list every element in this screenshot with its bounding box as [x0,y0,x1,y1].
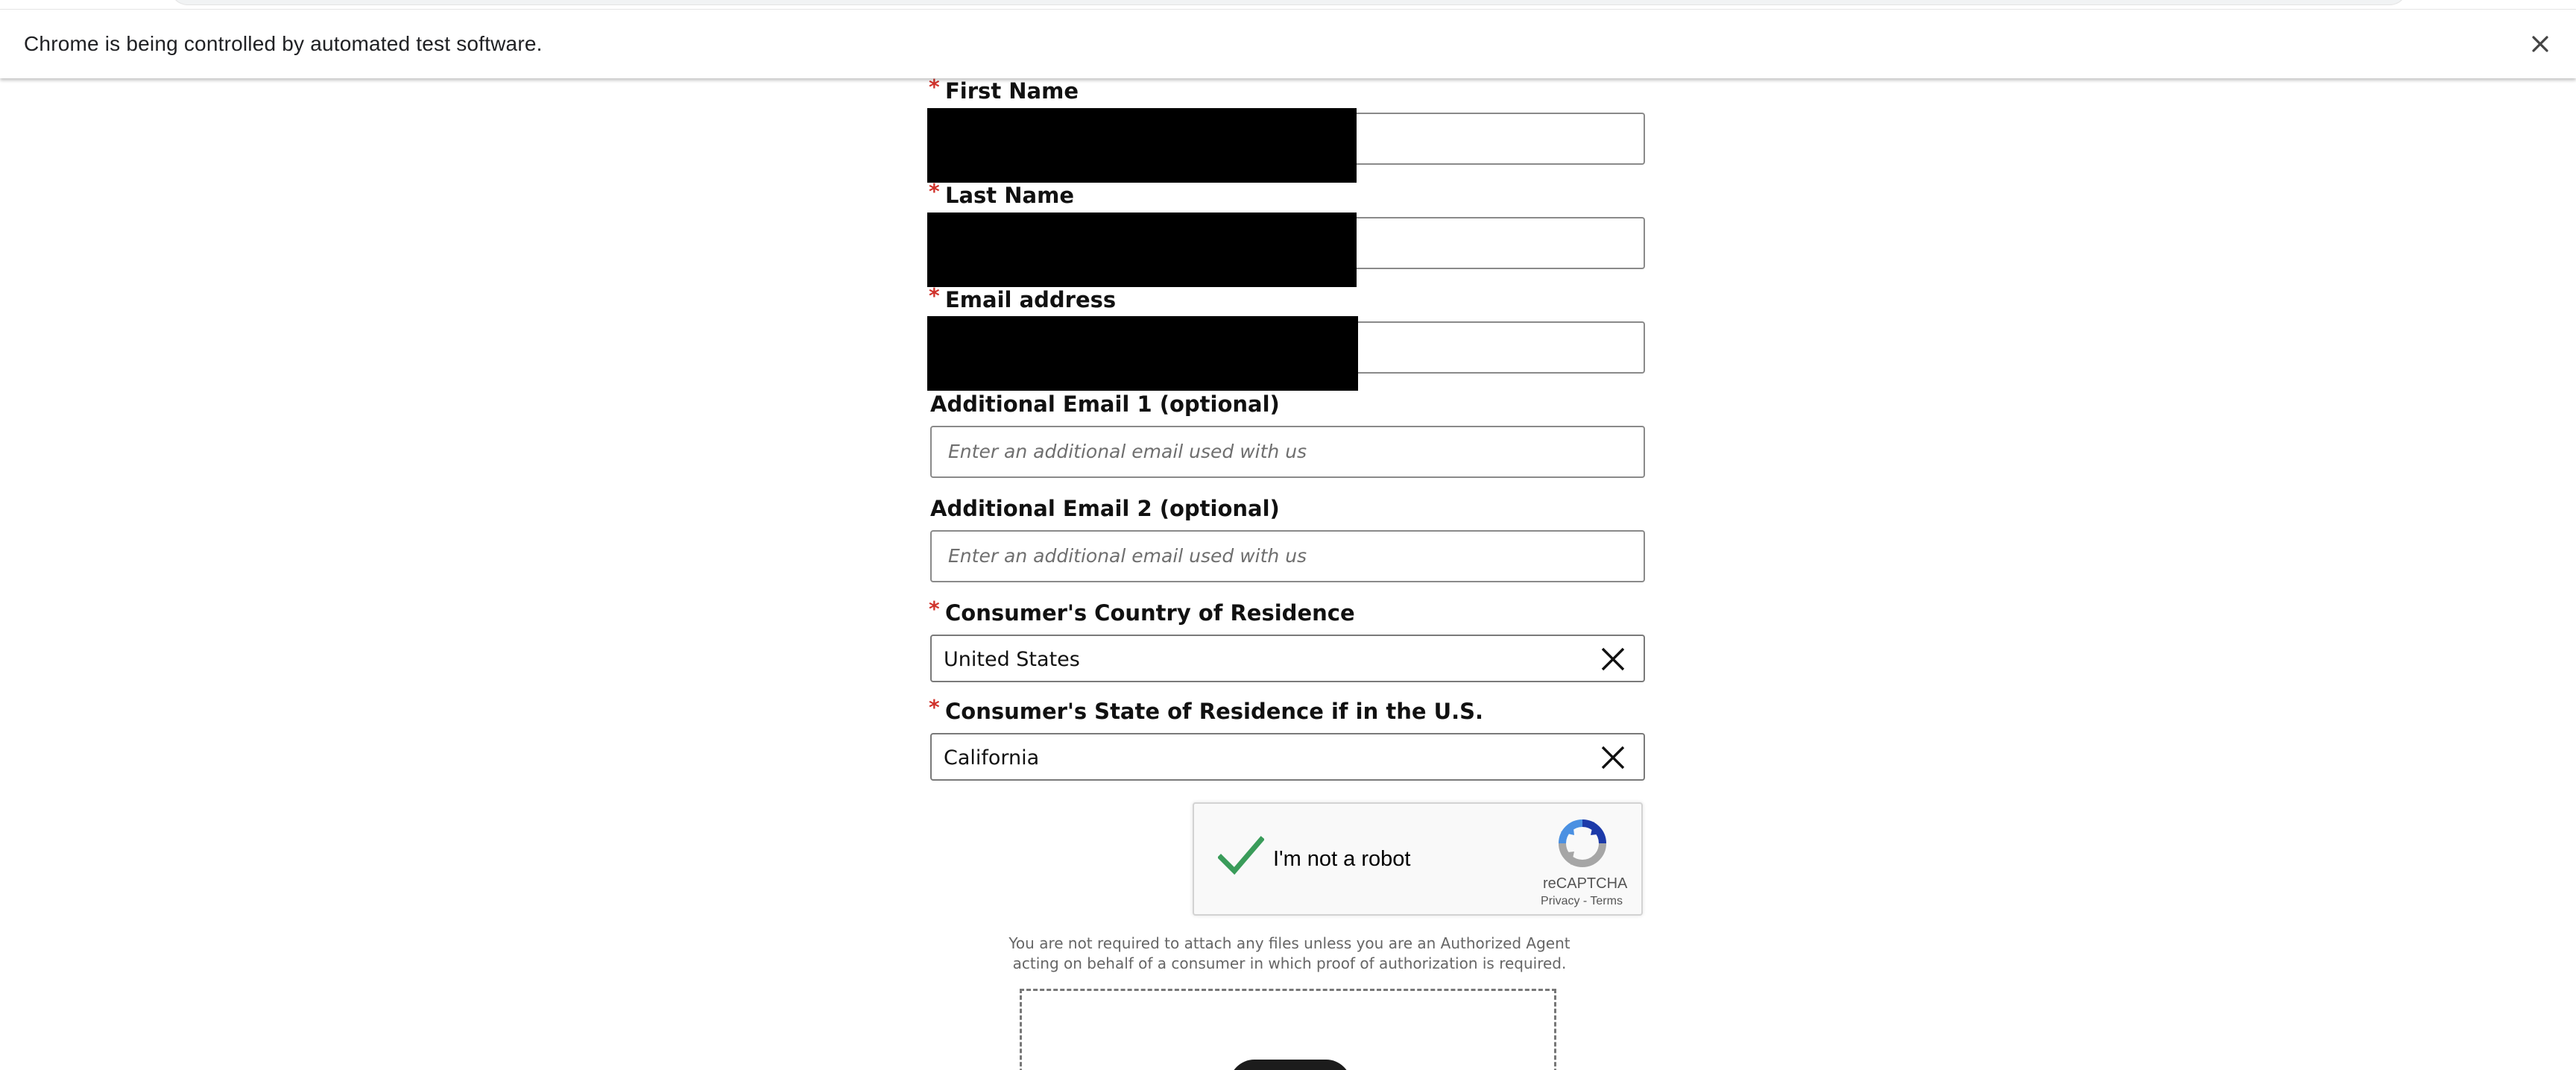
recaptcha-privacy-link[interactable]: Privacy [1541,895,1579,907]
additional-email-1-input[interactable]: Enter an additional email used with us [930,426,1645,478]
recaptcha-terms-link[interactable]: Terms [1590,895,1623,907]
clear-country-icon[interactable] [1599,645,1627,673]
attachment-notice-line-2: acting on behalf of a consumer in which … [1012,954,1567,972]
recaptcha-logo-icon [1558,819,1607,868]
state-label: Consumer's State of Residence if in the … [945,699,1484,724]
attachment-notice-line-1: You are not required to attach any files… [1008,934,1570,952]
first-name-label: First Name [945,78,1079,104]
required-asterisk: * [929,695,940,720]
upload-button[interactable] [1229,1060,1351,1070]
additional-email-2-placeholder: Enter an additional email used with us [948,545,1307,567]
recaptcha-label: I'm not a robot [1273,847,1411,871]
recaptcha-links: Privacy - Terms [1522,895,1641,908]
country-label: Consumer's Country of Residence [945,600,1355,626]
additional-email-1-label: Additional Email 1 (optional) [930,391,1280,417]
page: Chrome is being controlled by automated … [0,0,2576,1070]
required-asterisk: * [929,597,940,621]
recaptcha-link-separator: - [1579,895,1591,907]
recaptcha-brand: reCAPTCHA [1543,875,1628,892]
redaction-block [927,213,1357,287]
automation-infobar: Chrome is being controlled by automated … [0,9,2576,78]
last-name-label: Last Name [945,183,1074,208]
redaction-block [927,316,1358,391]
email-label: Email address [945,287,1117,312]
request-form: * First Name * Last Name * Email address… [0,0,2576,1070]
infobar-close-icon[interactable] [2527,31,2554,57]
attachment-notice: You are not required to attach any files… [991,934,1588,974]
country-select[interactable]: United States [930,635,1645,682]
additional-email-2-label: Additional Email 2 (optional) [930,496,1280,521]
state-value: California [944,746,1040,770]
country-value: United States [944,648,1080,671]
automation-notice-text: Chrome is being controlled by automated … [24,32,543,55]
additional-email-2-input[interactable]: Enter an additional email used with us [930,530,1645,582]
recaptcha-checkmark-icon[interactable] [1217,835,1265,877]
file-dropzone[interactable] [1020,989,1556,1070]
redaction-block [927,108,1357,183]
state-select[interactable]: California [930,733,1645,781]
clear-state-icon[interactable] [1599,743,1627,772]
recaptcha-widget: I'm not a robot reCAPTCHA Privacy - Term… [1193,802,1643,916]
additional-email-1-placeholder: Enter an additional email used with us [948,441,1307,462]
